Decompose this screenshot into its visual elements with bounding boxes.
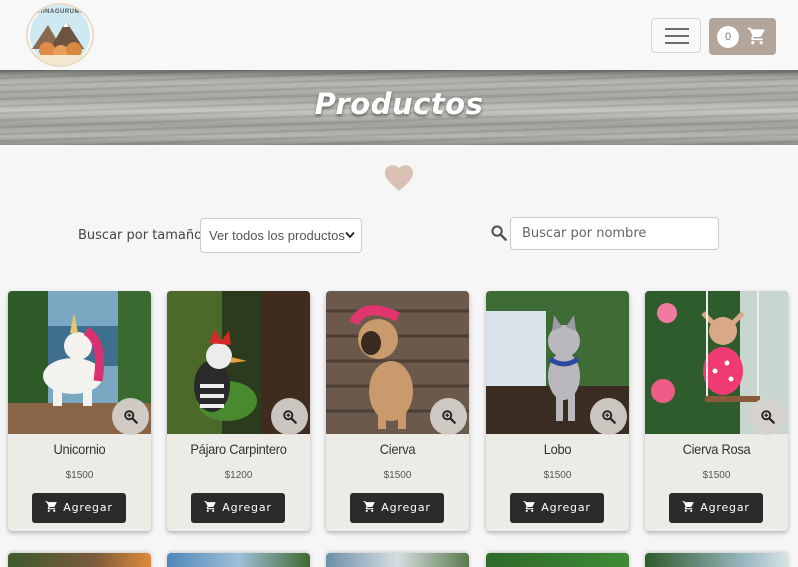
zoom-button[interactable] (590, 398, 627, 435)
menu-icon (665, 28, 689, 30)
product-card: Pájaro Carpintero $1200 Agregar (167, 291, 310, 531)
add-to-cart-button[interactable]: Agregar (669, 493, 763, 523)
product-card-partial (167, 553, 310, 567)
product-name: Pájaro Carpintero (190, 441, 287, 457)
cart-icon (747, 27, 765, 45)
zoom-button[interactable] (749, 398, 786, 435)
page-banner: Productos (0, 70, 798, 145)
add-to-cart-button[interactable]: Agregar (350, 493, 444, 523)
zoom-button[interactable] (430, 398, 467, 435)
product-card-partial (486, 553, 629, 567)
brand-logo[interactable]: CHINAGURUMIS (26, 3, 94, 67)
add-to-cart-label: Agregar (381, 501, 431, 514)
zoom-icon (761, 410, 775, 424)
product-price: $1500 (702, 470, 731, 481)
zoom-icon (283, 410, 297, 424)
product-price: $1500 (383, 470, 412, 481)
product-card: Cierva Rosa $1500 Agregar (645, 291, 788, 531)
product-card: Unicornio $1500 Agregar (8, 291, 151, 531)
search-icon (491, 225, 507, 241)
menu-toggle-button[interactable] (651, 18, 701, 53)
add-to-cart-label: Agregar (222, 501, 272, 514)
zoom-icon (442, 410, 456, 424)
add-to-cart-label: Agregar (700, 501, 750, 514)
product-card-partial (645, 553, 788, 567)
cart-count-badge: 0 (717, 26, 739, 48)
add-to-cart-label: Agregar (63, 501, 113, 514)
add-to-cart-icon (45, 501, 58, 512)
add-to-cart-icon (204, 501, 217, 512)
menu-icon-bar (665, 35, 689, 37)
product-card: Cierva $1500 Agregar (326, 291, 469, 531)
add-to-cart-icon (363, 501, 376, 512)
product-card: Lobo $1500 Agregar (486, 291, 629, 531)
cart-button[interactable]: 0 (709, 18, 776, 55)
product-name: Unicornio (53, 441, 106, 457)
heart-icon (384, 165, 414, 192)
product-name: Lobo (543, 441, 572, 457)
banner-shadow (0, 70, 798, 78)
product-card-partial (8, 553, 151, 567)
add-to-cart-icon (523, 501, 536, 512)
add-to-cart-button[interactable]: Agregar (32, 493, 126, 523)
navbar: CHINAGURUMIS 0 (0, 0, 798, 70)
product-price: $1500 (65, 470, 94, 481)
menu-icon-bar (665, 42, 689, 44)
add-to-cart-button[interactable]: Agregar (510, 493, 604, 523)
chevron-down-icon (345, 231, 355, 239)
product-name: Cierva Rosa (682, 441, 751, 457)
product-price: $1500 (543, 470, 572, 481)
zoom-button[interactable] (271, 398, 308, 435)
product-card-partial (326, 553, 469, 567)
product-name: Cierva (379, 441, 416, 457)
logo-text: CHINAGURUMIS (33, 9, 87, 15)
product-price: $1200 (224, 470, 253, 481)
size-filter-select[interactable]: Ver todos los productos (200, 218, 362, 253)
page-title: Productos (314, 87, 484, 121)
zoom-button[interactable] (112, 398, 149, 435)
zoom-icon (124, 410, 138, 424)
add-to-cart-button[interactable]: Agregar (191, 493, 285, 523)
add-to-cart-label: Agregar (541, 501, 591, 514)
add-to-cart-icon (682, 501, 695, 512)
size-filter-label: Buscar por tamaño: (78, 228, 207, 243)
zoom-icon (602, 410, 616, 424)
size-filter-value: Ver todos los productos (209, 228, 345, 243)
search-input[interactable]: Buscar por nombre (510, 217, 719, 250)
